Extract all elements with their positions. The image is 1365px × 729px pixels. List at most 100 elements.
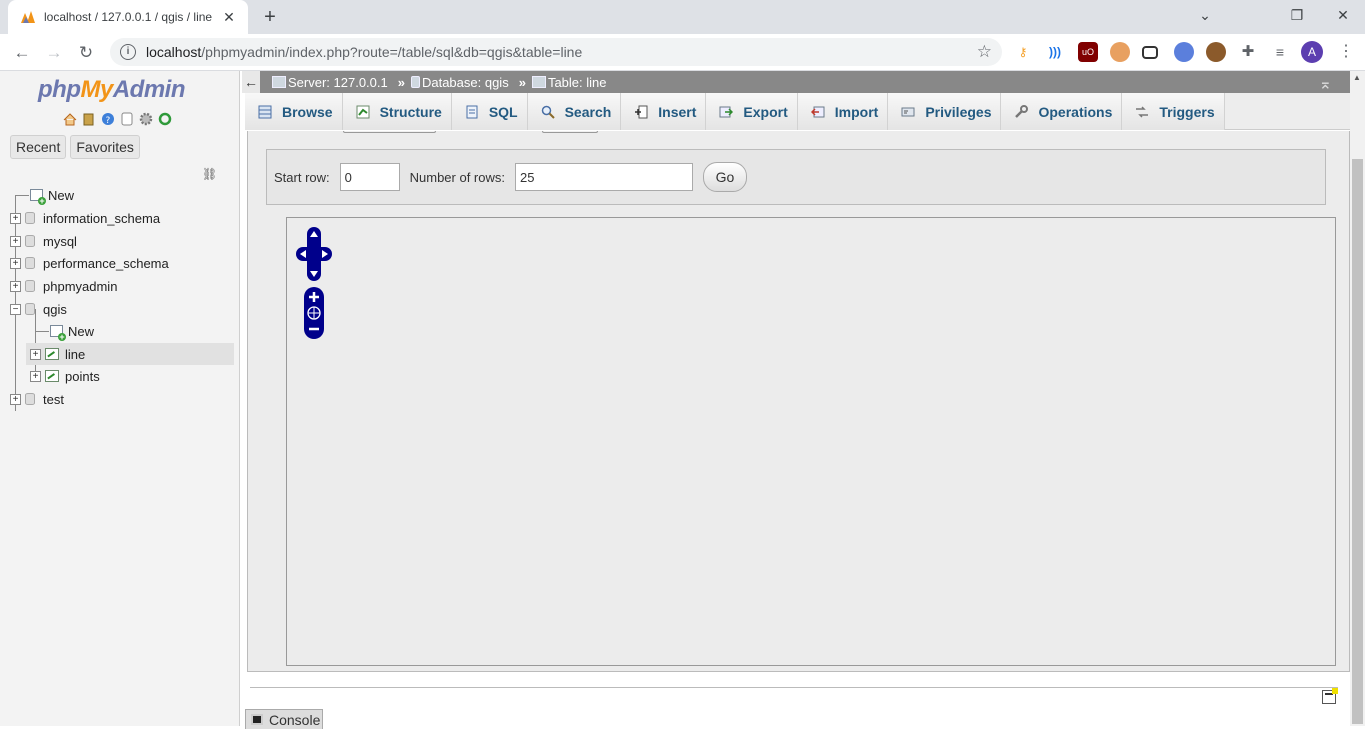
extension-face-icon[interactable] — [1110, 42, 1130, 62]
help-icon[interactable]: ? — [100, 111, 116, 127]
logout-icon[interactable] — [81, 111, 97, 127]
expand-icon[interactable]: + — [10, 280, 21, 292]
search-icon — [540, 105, 556, 119]
hidden-button-edge — [343, 131, 436, 133]
triggers-icon — [1134, 105, 1150, 119]
collapse-navigation-button[interactable]: ← — [242, 71, 260, 93]
expand-icon[interactable]: + — [10, 393, 21, 405]
settings-gear-icon[interactable] — [138, 111, 154, 127]
expand-icon[interactable]: + — [10, 235, 21, 247]
cookie-icon[interactable] — [1206, 42, 1226, 62]
tree-item-phpmyadmin[interactable]: + phpmyadmin — [10, 275, 117, 297]
tab-browse[interactable]: Browse — [245, 93, 343, 130]
favorite-tables-button[interactable]: Favorites — [70, 135, 140, 159]
link-with-main-panel-icon[interactable]: ⛓ — [202, 167, 217, 181]
tree-item-new-database[interactable]: New — [30, 184, 74, 206]
url-path: /phpmyadmin/index.php?route=/table/sql&d… — [201, 44, 583, 60]
number-of-rows-input[interactable] — [515, 163, 693, 191]
collapse-icon[interactable]: − — [10, 303, 21, 315]
home-icon[interactable] — [62, 111, 78, 127]
database-icon — [25, 257, 35, 269]
profile-avatar[interactable]: A — [1301, 41, 1323, 63]
extension-chat-icon[interactable] — [1174, 42, 1194, 62]
restore-button[interactable]: ❐ — [1274, 0, 1320, 30]
console-icon — [251, 714, 263, 725]
logo-php: php — [38, 76, 81, 103]
tab-export[interactable]: Export — [706, 93, 798, 130]
database-icon — [25, 280, 35, 292]
expand-icon[interactable]: + — [10, 212, 21, 224]
browser-toolbar: ← → ↻ i localhost/phpmyadmin/index.php?r… — [0, 34, 1365, 71]
collapse-top-icon[interactable]: ⌅ — [1319, 74, 1332, 94]
ublock-icon[interactable]: uO — [1078, 42, 1098, 62]
reload-button[interactable]: ↻ — [72, 39, 100, 67]
zoom-control[interactable] — [303, 286, 325, 340]
tree-item-line[interactable]: + line — [26, 343, 234, 365]
tab-search[interactable]: Search — [527, 93, 622, 130]
site-info-icon[interactable]: i — [120, 44, 136, 60]
media-control-icon[interactable]: ≡ — [1270, 42, 1290, 62]
tab-label: Triggers — [1159, 103, 1215, 120]
expand-icon[interactable]: + — [30, 348, 41, 360]
browser-tab[interactable]: localhost / 127.0.0.1 / qgis / line ✕ — [8, 0, 248, 34]
breadcrumb-server[interactable]: Server: 127.0.0.1 — [272, 75, 388, 90]
tab-structure[interactable]: Structure — [342, 93, 452, 130]
phpmyadmin-logo[interactable]: phpMyAdmin — [38, 76, 186, 104]
tree-item-information-schema[interactable]: + information_schema — [10, 207, 160, 229]
insert-icon — [633, 105, 649, 119]
start-row-input[interactable] — [339, 163, 400, 191]
extensions-puzzle-icon[interactable]: ✚ — [1238, 42, 1258, 62]
tab-operations[interactable]: Operations — [1001, 93, 1123, 130]
database-icon — [25, 212, 35, 224]
tree-item-performance-schema[interactable]: + performance_schema — [10, 252, 169, 274]
tab-import[interactable]: Import — [797, 93, 889, 130]
start-row-label: Start row: — [274, 169, 330, 185]
tree-item-qgis[interactable]: − qgis — [10, 298, 67, 320]
back-button[interactable]: ← — [8, 39, 36, 67]
main-panel: ← Server: 127.0.0.1 » Database: qgis » T… — [242, 71, 1350, 729]
pan-control[interactable] — [295, 226, 333, 282]
breadcrumb-database[interactable]: Database: qgis — [410, 74, 509, 90]
page-scrollbar[interactable]: ▲ — [1350, 71, 1365, 726]
tree-item-qgis-new-table[interactable]: New — [50, 320, 94, 342]
tab-insert[interactable]: Insert — [621, 93, 707, 130]
tree-item-test[interactable]: + test — [10, 388, 64, 410]
expand-icon[interactable]: + — [30, 370, 41, 382]
recent-tables-button[interactable]: Recent — [10, 135, 67, 159]
picture-in-picture-icon[interactable] — [1142, 46, 1158, 59]
logo-admin: Admin — [112, 76, 186, 103]
tree-item-label: information_schema — [43, 210, 161, 226]
new-database-icon — [30, 189, 46, 205]
go-button[interactable]: Go — [703, 162, 747, 192]
scroll-up-arrow[interactable]: ▲ — [1353, 73, 1361, 82]
console-button[interactable]: Console — [245, 709, 323, 729]
browse-icon — [257, 105, 273, 119]
gis-map[interactable] — [286, 217, 1336, 666]
tab-sql[interactable]: SQL — [451, 93, 528, 130]
forward-button[interactable]: → — [40, 39, 68, 67]
notes-icon[interactable] — [1322, 688, 1338, 704]
extension-key-icon[interactable]: ⚷ — [1013, 42, 1033, 62]
browser-menu-icon[interactable]: ⋮ — [1336, 42, 1356, 62]
extension-wave-icon[interactable]: ))) — [1045, 42, 1065, 62]
address-bar[interactable]: i localhost/phpmyadmin/index.php?route=/… — [110, 38, 1002, 66]
reload-navigation-icon[interactable] — [157, 111, 173, 127]
tree-connector-new — [15, 195, 29, 196]
breadcrumb-database-label: Database: qgis — [421, 74, 509, 90]
scrollbar-thumb[interactable] — [1352, 159, 1363, 724]
minimize-button[interactable]: ⌄ — [1182, 0, 1228, 30]
tab-privileges[interactable]: Privileges — [888, 93, 1002, 130]
window-close-button[interactable]: ✕ — [1320, 0, 1365, 30]
tab-triggers[interactable]: Triggers — [1122, 93, 1225, 130]
tree-item-mysql[interactable]: + mysql — [10, 230, 77, 252]
content-area: Start row: Number of rows: Go — [247, 131, 1350, 672]
browser-tabstrip: localhost / 127.0.0.1 / qgis / line ✕ + … — [0, 0, 1365, 34]
bookmark-star-icon[interactable]: ☆ — [977, 42, 992, 62]
console-divider — [250, 687, 1338, 688]
tab-close-icon[interactable]: ✕ — [220, 9, 238, 26]
tree-item-points[interactable]: + points — [30, 365, 100, 387]
expand-icon[interactable]: + — [10, 257, 21, 269]
docs-icon[interactable] — [119, 111, 135, 127]
breadcrumb-table[interactable]: Table: line — [531, 75, 606, 90]
new-tab-button[interactable]: + — [258, 5, 282, 29]
